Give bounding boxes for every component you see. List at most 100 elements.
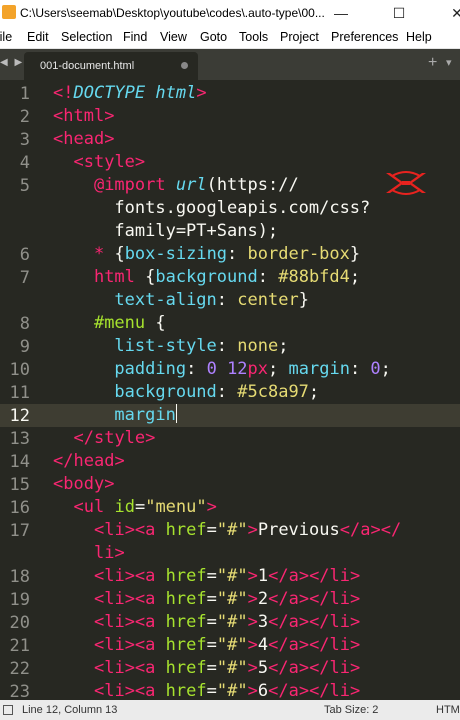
code-token: a — [145, 635, 156, 655]
tab-list-chevron-icon[interactable]: ▾ — [446, 56, 452, 69]
menu-edit[interactable]: Edit — [27, 30, 49, 44]
code-token: { — [145, 313, 166, 333]
code-token: > — [247, 658, 258, 678]
menu-view[interactable]: View — [160, 30, 187, 44]
cursor-position: Line 12, Column 13 — [22, 704, 118, 716]
code-line[interactable]: <ul id="menu"> — [53, 496, 216, 519]
code-token: padding — [114, 359, 187, 379]
code-line[interactable]: * {box-sizing: border-box} — [53, 243, 360, 266]
line-number: 23 — [9, 682, 30, 700]
code-token: a — [288, 566, 299, 586]
menu-preferences[interactable]: Preferences — [331, 30, 398, 44]
code-token: ></ — [298, 612, 330, 632]
code-line[interactable]: background: #5c8a97; — [53, 381, 319, 404]
channel-logo-icon — [386, 171, 426, 195]
code-token: </ — [73, 428, 94, 448]
line-number: 4 — [19, 153, 30, 173]
code-token: li — [329, 612, 351, 632]
code-token: = — [206, 520, 217, 540]
code-line[interactable]: <li><a href="#">5</a></li> — [53, 657, 360, 680]
code-line[interactable]: <html> — [53, 105, 114, 128]
code-token: li — [93, 543, 115, 563]
code-token: } — [349, 244, 361, 264]
code-token: margin — [288, 359, 350, 379]
code-token: </ — [268, 612, 289, 632]
panel-toggle-icon[interactable] — [3, 705, 13, 715]
code-line[interactable]: <li><a href="#">6</a></li> — [53, 680, 360, 700]
menu-find[interactable]: Find — [123, 30, 147, 44]
tab-size-setting[interactable]: Tab Size: 2 — [324, 704, 378, 716]
close-button[interactable]: ✕ — [434, 1, 460, 25]
code-token: @import — [93, 175, 166, 195]
code-token: li — [104, 658, 125, 678]
code-token: { — [104, 244, 125, 264]
modified-dot-icon[interactable] — [181, 62, 188, 69]
code-line[interactable]: <li><a href="#">Previous</a></ — [53, 519, 401, 542]
code-token: #5c8a97 — [237, 382, 309, 402]
maximize-button[interactable]: ☐ — [376, 1, 422, 25]
menu-goto[interactable]: Goto — [200, 30, 227, 44]
code-line[interactable]: <!DOCTYPE html> — [53, 82, 207, 105]
menu-selection[interactable]: Selection — [61, 30, 112, 44]
code-token: < — [93, 589, 105, 609]
code-line[interactable]: list-style: none; — [53, 335, 288, 358]
code-token: >< — [124, 612, 146, 632]
code-token: "#" — [216, 589, 248, 609]
code-line[interactable]: </style> — [53, 427, 155, 450]
code-line[interactable]: family=PT+Sans); — [53, 220, 278, 243]
code-line[interactable]: <li><a href="#">4</a></li> — [53, 634, 360, 657]
code-token: 2 — [257, 589, 269, 609]
code-token: >< — [124, 566, 146, 586]
code-line[interactable]: fonts.googleapis.com/css? — [53, 197, 370, 220]
minimize-button[interactable]: — — [318, 1, 364, 25]
code-token: </ — [53, 451, 74, 471]
syntax-setting[interactable]: HTML — [436, 704, 460, 716]
code-token: "menu" — [145, 497, 207, 517]
code-token: = — [206, 658, 217, 678]
code-token: #menu — [93, 313, 146, 333]
code-token: style — [83, 152, 135, 172]
code-token: url — [175, 175, 207, 195]
code-token: li — [104, 589, 125, 609]
code-line[interactable]: <head> — [53, 128, 114, 151]
code-line[interactable]: </head> — [53, 450, 125, 473]
code-line[interactable]: padding: 0 12px; margin: 0; — [53, 358, 391, 381]
code-token: >< — [124, 520, 146, 540]
code-token: head — [73, 451, 115, 471]
new-tab-button[interactable]: + — [428, 54, 437, 72]
tab-nav-arrows[interactable]: ◀ ▶ — [0, 57, 24, 68]
code-token: DOCTYPE html — [73, 83, 197, 103]
code-line[interactable]: <li><a href="#">2</a></li> — [53, 588, 360, 611]
code-line[interactable]: <li><a href="#">1</a></li> — [53, 565, 360, 588]
code-token: ></ — [370, 520, 402, 540]
code-line[interactable]: #menu { — [53, 312, 166, 335]
menu-project[interactable]: Project — [280, 30, 319, 44]
code-token: a — [288, 612, 299, 632]
tab-001-document[interactable]: 001-document.html — [24, 52, 198, 80]
code-line[interactable]: <style> — [53, 151, 145, 174]
code-token: "#" — [216, 658, 248, 678]
line-number: 3 — [19, 130, 30, 150]
menu-help[interactable]: Help — [406, 30, 432, 44]
menu-file[interactable]: File — [0, 30, 12, 44]
code-line[interactable]: li> — [53, 542, 125, 565]
code-token: center — [237, 290, 299, 310]
code-line[interactable]: text-align: center} — [53, 289, 309, 312]
code-line[interactable]: <body> — [53, 473, 114, 496]
menu-tools[interactable]: Tools — [239, 30, 268, 44]
code-line[interactable]: <li><a href="#">3</a></li> — [53, 611, 360, 634]
code-editor[interactable]: 1 2 3 4 5 6 7 8 9 10 11 12 13 14 15 16 17 18 19 20 21 22 23 <!… — [0, 80, 460, 700]
line-number: 16 — [9, 498, 30, 518]
code-line[interactable]: @import url(https:// — [53, 174, 299, 197]
code-line[interactable]: html {background: #88bfd4; — [53, 266, 360, 289]
code-token: li — [329, 566, 351, 586]
code-line[interactable]: margin — [53, 404, 177, 427]
